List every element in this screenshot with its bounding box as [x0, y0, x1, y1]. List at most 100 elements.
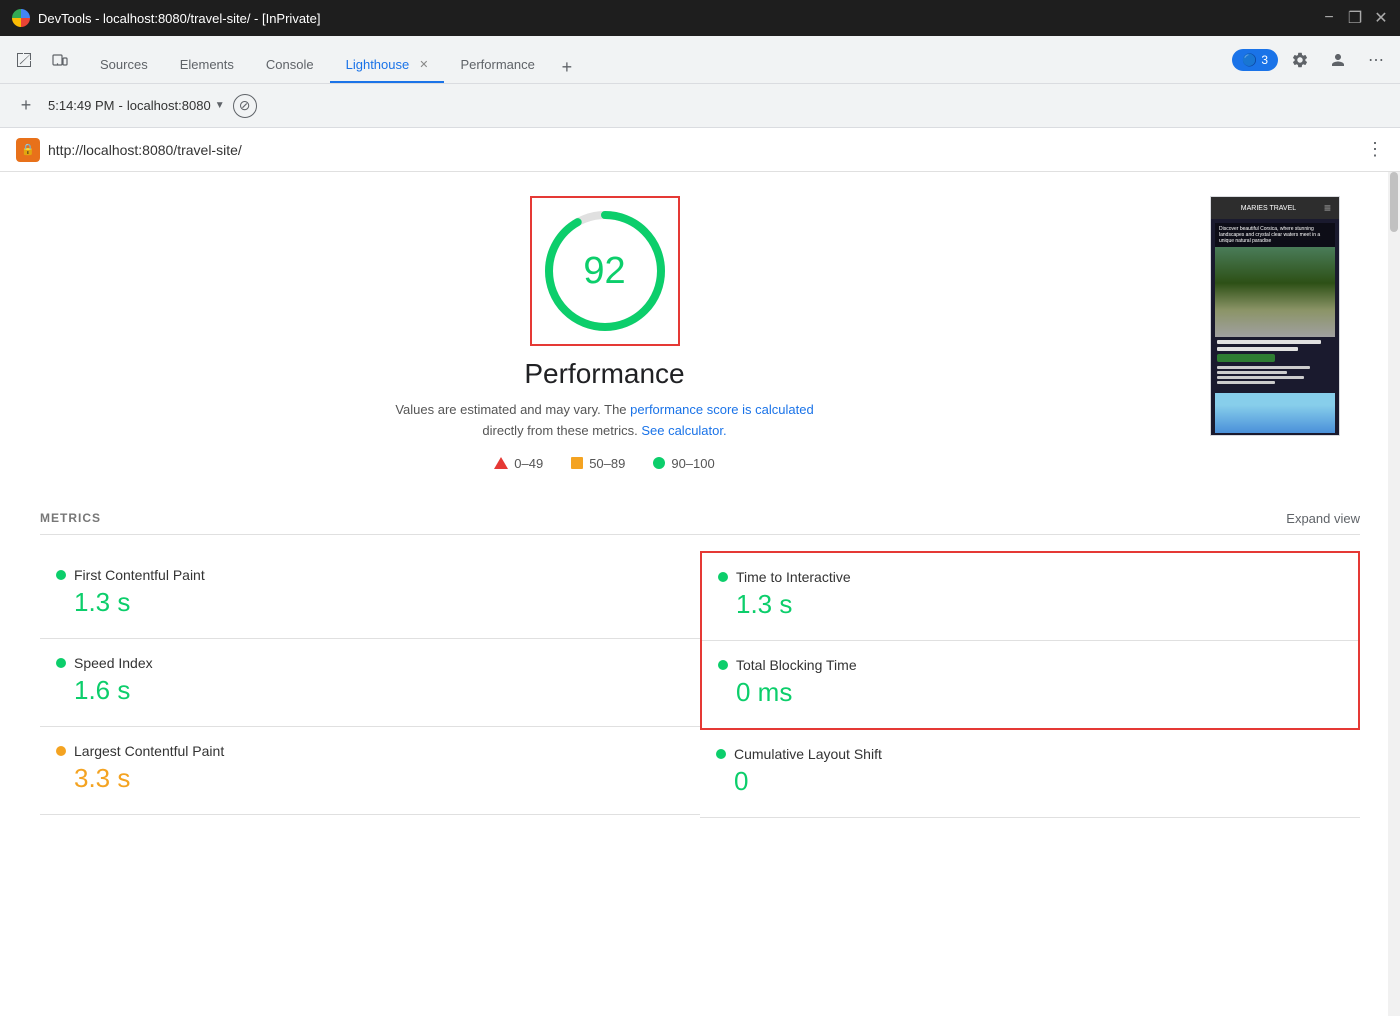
badge-count: 3	[1261, 53, 1268, 67]
fail-icon	[494, 457, 508, 469]
address-menu-button[interactable]: ⋮	[1366, 139, 1384, 160]
legend-fail: 0–49	[494, 456, 543, 471]
metrics-header: METRICS Expand view	[40, 511, 1360, 535]
tti-label: Time to Interactive	[736, 569, 851, 585]
cta-button	[1217, 354, 1275, 362]
metrics-grid: First Contentful Paint 1.3 s Speed Index…	[40, 551, 1360, 818]
calculator-link[interactable]: See calculator.	[641, 423, 726, 438]
expand-view-button[interactable]: Expand view	[1286, 511, 1360, 526]
window-controls: − ❐ ✕	[1322, 11, 1388, 25]
screenshot-site-title: MARIES TRAVEL	[1219, 205, 1318, 212]
score-circle: 92	[540, 206, 670, 336]
score-highlight-box: 92	[530, 196, 680, 346]
metrics-column-right: Time to Interactive 1.3 s Total Blocking…	[700, 551, 1360, 818]
badge-icon: 🔵	[1242, 53, 1257, 67]
scrollbar-thumb[interactable]	[1390, 172, 1398, 232]
screenshot-menu: ≡	[1324, 201, 1331, 215]
lcp-value: 3.3 s	[56, 763, 684, 794]
performance-left: 92 Performance Values are estimated and …	[40, 196, 1169, 471]
lcp-label: Largest Contentful Paint	[74, 743, 224, 759]
tab-list: Sources Elements Console Lighthouse ✕ Pe…	[84, 36, 583, 83]
tti-value: 1.3 s	[718, 589, 1342, 620]
screenshot-header: MARIES TRAVEL ≡	[1211, 197, 1339, 219]
legend: 0–49 50–89 90–100	[494, 456, 714, 471]
scrollbar[interactable]	[1388, 172, 1400, 1016]
tab-lighthouse[interactable]: Lighthouse ✕	[330, 47, 445, 83]
devtools-toolbar: Sources Elements Console Lighthouse ✕ Pe…	[0, 36, 1400, 84]
title-bar: DevTools - localhost:8080/travel-site/ -…	[0, 0, 1400, 36]
tab-performance[interactable]: Performance	[444, 47, 550, 83]
screenshot-frame: MARIES TRAVEL ≡ Discover beautiful Corsi…	[1210, 196, 1340, 436]
restore-button[interactable]: ❐	[1348, 11, 1362, 25]
screenshot-preview: MARIES TRAVEL ≡ Discover beautiful Corsi…	[1210, 196, 1340, 436]
performance-description: Values are estimated and may vary. The p…	[395, 400, 815, 442]
host: localhost:8080	[127, 98, 211, 113]
small-text	[1217, 381, 1275, 384]
metrics-highlight-box: Time to Interactive 1.3 s Total Blocking…	[700, 551, 1360, 730]
address-bar: 🔒 http://localhost:8080/travel-site/ ⋮	[0, 128, 1400, 172]
minimize-button[interactable]: −	[1322, 11, 1336, 25]
tbt-value: 0 ms	[718, 677, 1342, 708]
metric-tti: Time to Interactive 1.3 s	[702, 553, 1358, 641]
metric-cls: Cumulative Layout Shift 0	[700, 730, 1360, 818]
tab-close-lighthouse[interactable]: ✕	[419, 58, 428, 71]
average-icon	[571, 457, 583, 469]
cls-status-dot	[716, 749, 726, 759]
user-button[interactable]	[1322, 44, 1354, 76]
metrics-section: METRICS Expand view First Contentful Pai…	[40, 511, 1360, 818]
pass-icon	[653, 457, 665, 469]
lcp-status-dot	[56, 746, 66, 756]
screenshot-bottom-image	[1215, 393, 1335, 433]
metric-si: Speed Index 1.6 s	[40, 639, 700, 727]
tab-sources[interactable]: Sources	[84, 47, 164, 83]
perf-score-link[interactable]: performance score is calculated	[630, 402, 814, 417]
timestamp: 5:14:49 PM	[48, 98, 115, 113]
window-title: DevTools - localhost:8080/travel-site/ -…	[38, 11, 1322, 26]
text-line	[1217, 340, 1321, 344]
toolbar-right: 🔵 3 ⋯	[1232, 44, 1392, 76]
performance-header: 92 Performance Values are estimated and …	[40, 196, 1360, 471]
tbt-label: Total Blocking Time	[736, 657, 857, 673]
close-button[interactable]: ✕	[1374, 11, 1388, 25]
small-text	[1217, 366, 1310, 369]
cls-label: Cumulative Layout Shift	[734, 746, 882, 762]
main-content: 92 Performance Values are estimated and …	[0, 172, 1400, 1016]
dropdown-arrow[interactable]: ▼	[215, 100, 225, 111]
fcp-value: 1.3 s	[56, 587, 684, 618]
notifications-badge[interactable]: 🔵 3	[1232, 49, 1278, 71]
app-icon	[12, 9, 30, 27]
tab-elements[interactable]: Elements	[164, 47, 250, 83]
si-label: Speed Index	[74, 655, 153, 671]
settings-button[interactable]	[1284, 44, 1316, 76]
fail-range: 0–49	[514, 456, 543, 471]
tbt-status-dot	[718, 660, 728, 670]
legend-average: 50–89	[571, 456, 625, 471]
metrics-column-left: First Contentful Paint 1.3 s Speed Index…	[40, 551, 700, 818]
metric-fcp: First Contentful Paint 1.3 s	[40, 551, 700, 639]
inspect-element-button[interactable]	[8, 44, 40, 76]
text-line	[1217, 347, 1298, 351]
si-value: 1.6 s	[56, 675, 684, 706]
screenshot-body: Discover beautiful Corsica, where stunni…	[1211, 219, 1339, 436]
tab-console[interactable]: Console	[250, 47, 330, 83]
new-tab-button[interactable]: +	[12, 92, 40, 120]
screenshot-overlay: Discover beautiful Corsica, where stunni…	[1215, 223, 1335, 247]
device-toggle-button[interactable]	[44, 44, 76, 76]
cls-value: 0	[716, 766, 1344, 797]
more-button[interactable]: ⋯	[1360, 44, 1392, 76]
metrics-title: METRICS	[40, 511, 101, 525]
small-text	[1217, 371, 1287, 374]
small-text	[1217, 376, 1304, 379]
add-tab-button[interactable]: +	[551, 51, 583, 83]
url-bar: + 5:14:49 PM - localhost:8080 ▼ ⊘	[0, 84, 1400, 128]
clear-button[interactable]: ⊘	[233, 94, 257, 118]
url-text: http://localhost:8080/travel-site/	[48, 142, 1358, 158]
legend-pass: 90–100	[653, 456, 714, 471]
fcp-label: First Contentful Paint	[74, 567, 205, 583]
si-status-dot	[56, 658, 66, 668]
pass-range: 90–100	[671, 456, 714, 471]
toolbar-icons	[8, 44, 76, 76]
screenshot-hero	[1215, 247, 1335, 337]
screenshot-hero-image	[1215, 247, 1335, 337]
time-info: 5:14:49 PM - localhost:8080 ▼	[48, 98, 225, 113]
